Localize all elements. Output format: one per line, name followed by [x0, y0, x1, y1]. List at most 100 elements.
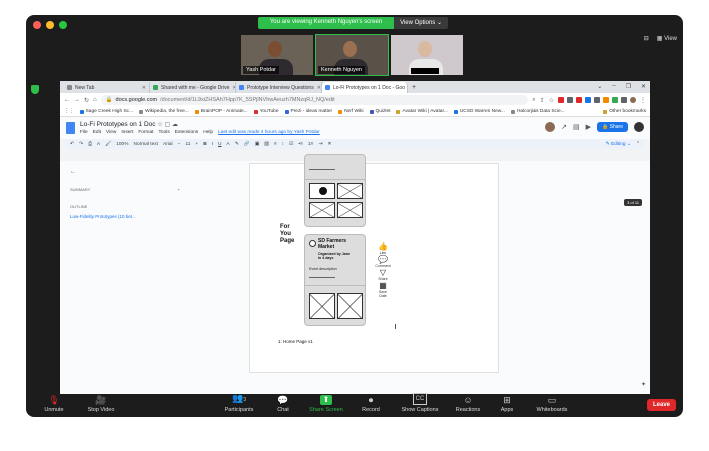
chat-button[interactable]: 💬 Chat [268, 395, 298, 413]
share-screen-button[interactable]: ⬆ Share Screen [304, 395, 348, 413]
tab-interview-questions[interactable]: Prototype Interview Questions ✕ [236, 82, 322, 93]
collaborator-avatar[interactable] [545, 122, 556, 132]
view-options-button[interactable]: View Options ⌄ [394, 17, 448, 29]
extension-icon[interactable] [567, 97, 573, 103]
account-avatar[interactable] [634, 122, 644, 132]
image-icon[interactable]: ▨ [264, 142, 269, 147]
bookmark-item[interactable]: Sage Creek High Sc... [79, 109, 133, 114]
other-bookmarks[interactable]: Other bookmarks [603, 109, 646, 114]
unmute-button[interactable]: 🎙 Unmute [38, 395, 70, 413]
zoom-select[interactable]: 100% [116, 142, 128, 147]
activity-trend-icon[interactable]: ↗ [561, 123, 567, 131]
comment-add-icon[interactable]: ▣ [255, 142, 260, 147]
spellcheck-icon[interactable]: A [97, 142, 100, 147]
chevron-down-icon[interactable]: ⌄ [597, 83, 602, 90]
checklist-icon[interactable]: ☑ [289, 142, 293, 147]
profile-avatar[interactable] [630, 97, 636, 103]
last-edit-link[interactable]: Last edit was made 4 hours ago by Yash P… [218, 130, 320, 135]
apps-grid-icon[interactable]: ⋮⋮ [64, 109, 74, 114]
font-size-field[interactable]: 11 [185, 142, 190, 147]
maximize-icon[interactable] [59, 21, 67, 29]
font-size-increase-icon[interactable]: + [195, 142, 198, 147]
extension-icon[interactable] [576, 97, 582, 103]
extension-icon[interactable] [594, 97, 600, 103]
menu-tools[interactable]: Tools [159, 130, 170, 135]
explore-button-icon[interactable]: ✦ [641, 381, 646, 388]
italic-icon[interactable]: I [212, 142, 213, 147]
back-arrow-icon[interactable]: ← [70, 169, 180, 175]
new-tab-plus-icon[interactable]: + [408, 84, 420, 91]
security-shield-icon[interactable] [31, 85, 39, 94]
close-icon[interactable]: ✕ [641, 83, 646, 90]
tab-lofi-prototypes[interactable]: Lo-Fi Prototypes on 1 Doc - Goo✕ [322, 82, 408, 93]
bookmark-star-icon[interactable]: ☆ [549, 97, 554, 104]
bookmark-item[interactable]: YouTube [253, 109, 279, 114]
doc-page[interactable]: For You Page SD Farmers Market Organized… [249, 154, 499, 373]
view-button[interactable]: ▦ View [657, 35, 677, 42]
editing-mode-select[interactable]: ✎ Editing ⌄ [606, 142, 631, 147]
zoom-search-icon[interactable]: ⌕ [532, 97, 535, 104]
share-button[interactable]: 🔒 Share [597, 122, 628, 132]
font-size-decrease-icon[interactable]: − [178, 142, 181, 147]
font-select[interactable]: Arial [163, 142, 173, 147]
share-page-icon[interactable]: ⇪ [540, 97, 545, 104]
minimize-icon[interactable] [46, 21, 54, 29]
participant-tile[interactable]: Yash Potdar [241, 35, 313, 75]
minimize-icon[interactable]: – [612, 83, 615, 90]
extension-icon[interactable] [558, 97, 564, 103]
bold-icon[interactable]: B [203, 142, 206, 147]
apps-button[interactable]: ⊞ Apps [494, 395, 520, 413]
menu-file[interactable]: File [80, 130, 88, 135]
numbered-list-icon[interactable]: 1≡ [308, 142, 313, 147]
undo-icon[interactable]: ↶ [70, 142, 74, 147]
address-bar[interactable]: 🔒 docs.google.com/document/d/1L9xiZHSAh7… [100, 95, 529, 105]
align-icon[interactable]: ≡ [274, 142, 277, 147]
extension-icon[interactable] [612, 97, 618, 103]
bookmark-item[interactable]: Wikipedia, the free... [139, 109, 189, 114]
bookmark-item[interactable]: Prezi - ideas matter [284, 109, 332, 114]
extension-icon[interactable] [603, 97, 609, 103]
bullet-list-icon[interactable]: •≡ [298, 142, 302, 147]
extension-icon[interactable] [585, 97, 591, 103]
bookmark-item[interactable]: BrainPOP - Animate... [194, 109, 248, 114]
cloud-status-icon[interactable]: ☁ [172, 122, 178, 128]
style-select[interactable]: Normal text [133, 142, 158, 147]
text-color-icon[interactable]: A [227, 142, 230, 147]
reload-icon[interactable]: ↻ [84, 97, 89, 104]
home-icon[interactable]: ⌂ [93, 97, 97, 103]
print-icon[interactable]: ⎙ [88, 141, 92, 147]
stop-video-button[interactable]: 🎥 Stop Video [76, 395, 126, 413]
extension-icon[interactable] [621, 97, 627, 103]
window-controls[interactable] [33, 21, 67, 29]
record-button[interactable]: ⏺ Record [354, 395, 388, 413]
restore-icon[interactable]: ❐ [626, 83, 631, 90]
menu-help[interactable]: Help [203, 130, 213, 135]
forward-arrow-icon[interactable]: → [74, 97, 80, 103]
highlight-icon[interactable]: ✎ [235, 142, 239, 147]
reactions-button[interactable]: ☺ Reactions [450, 395, 486, 413]
menu-insert[interactable]: Insert [121, 130, 133, 135]
leave-button[interactable]: Leave [646, 399, 676, 411]
back-arrow-icon[interactable]: ← [64, 97, 70, 103]
redo-icon[interactable]: ↷ [79, 142, 83, 147]
menu-edit[interactable]: Edit [93, 130, 101, 135]
close-tab-icon[interactable]: ✕ [142, 85, 146, 91]
whiteboards-button[interactable]: ▭ Whiteboards [530, 395, 574, 413]
paint-format-icon[interactable]: 🖌 [105, 142, 111, 147]
clear-format-icon[interactable]: ✕ [327, 142, 331, 147]
star-icon[interactable]: ☆ [157, 122, 162, 128]
bookmark-item[interactable]: Avatar Wiki | Avatar... [396, 109, 448, 114]
bookmark-item[interactable]: UCSD Warren New... [453, 109, 505, 114]
bookmark-item[interactable]: Nerf Wiki [338, 109, 364, 114]
menu-view[interactable]: View [106, 130, 116, 135]
more-menu-icon[interactable]: ⋮ [640, 97, 646, 104]
chevron-up-icon[interactable]: ⌃ [636, 142, 640, 147]
comments-icon[interactable]: ▤ [573, 123, 580, 131]
outline-item[interactable]: Low-Fidelity Prototypes (10 bet... [70, 214, 180, 219]
meet-video-icon[interactable]: ▶ [586, 123, 591, 131]
participants-button[interactable]: 👥3 Participants [218, 393, 260, 413]
menu-extensions[interactable]: Extensions [175, 130, 198, 135]
line-spacing-icon[interactable]: ↕ [282, 142, 284, 147]
google-docs-logo-icon[interactable] [66, 122, 75, 134]
bookmark-item[interactable]: Quizlet [369, 109, 390, 114]
